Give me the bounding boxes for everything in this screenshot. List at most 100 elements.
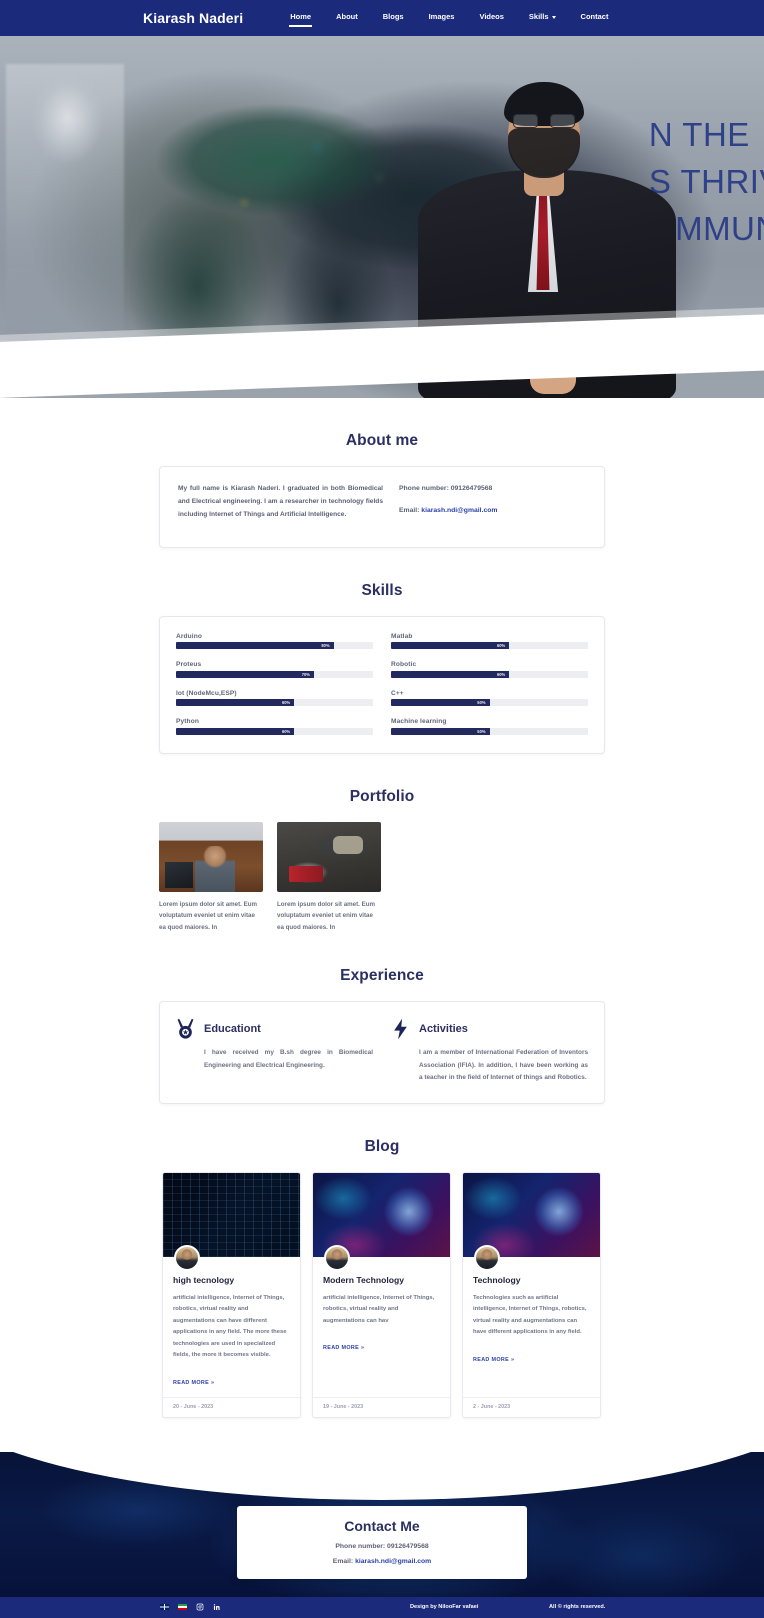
blog-card[interactable]: Modern Technology artificial intelligence… (312, 1171, 451, 1418)
portrait-glasses (512, 114, 576, 128)
blog-card-body: high tecnology artificial intelligence, I… (163, 1257, 300, 1397)
skill-progress-track: 80% (176, 642, 373, 650)
about-title: About me (345, 432, 419, 449)
skills-column-left: Arduino 80% Proteus 70% Iot (NodeMcu,ESP) 60%… (176, 633, 373, 735)
social-links (160, 1603, 221, 1611)
experience-education-header: Educationt (176, 1018, 373, 1040)
skill-row: Arduino 80% (176, 633, 373, 650)
blog-card-excerpt: artificial intelligence, Internet of Thi… (173, 1294, 287, 1359)
instagram-icon[interactable] (196, 1603, 204, 1611)
contact-email-label: Email: (332, 1557, 354, 1565)
nav-item-label: Contact (580, 12, 609, 21)
blog-card-title: high tecnology (173, 1274, 235, 1285)
nav-item-blogs[interactable]: Blogs (382, 9, 405, 27)
nav-item-label: Blogs (382, 12, 404, 21)
skill-progress-track: 60% (391, 642, 588, 650)
nav-item-label: Images (428, 12, 455, 21)
skill-row: Machine learning 50% (391, 718, 588, 735)
nav-item-home[interactable]: Home (289, 9, 312, 27)
hero-banner: N THE S THRIV OMMUN (0, 36, 764, 398)
footer-bar: Design by NilooFar vafaei All © rights r… (0, 1596, 764, 1618)
blog-card-date: 19 - June - 2023 (313, 1396, 450, 1417)
skill-name: Robotic (391, 661, 417, 669)
blog-card-title: Modern Technology (323, 1274, 405, 1285)
experience-title: Experience (340, 967, 424, 985)
experience-education-title: Educationt (204, 1023, 261, 1036)
skill-progress-fill: 60% (391, 642, 510, 650)
contact-title: Contact Me (344, 1517, 420, 1534)
skill-row: Matlab 60% (391, 633, 588, 650)
skill-progress-fill: 70% (176, 670, 314, 678)
experience-education: Educationt I have received my B.sh degre… (176, 1018, 373, 1084)
experience-card: Educationt I have received my B.sh degre… (159, 1001, 605, 1104)
blog-card-title: Technology (473, 1274, 521, 1285)
flag-iran-icon[interactable] (178, 1604, 187, 1611)
about-email-label: Email: (399, 506, 420, 514)
blog-card-excerpt: artificial intelligence, Internet of Thi… (323, 1294, 435, 1324)
portfolio-caption: Lorem ipsum dolor sit amet. Eum voluptat… (159, 900, 257, 931)
skill-row: Python 60% (176, 718, 373, 735)
footer-credit: Design by NilooFar vafaei (410, 1604, 479, 1611)
blog-card-date: 2 - June - 2023 (463, 1396, 600, 1417)
blog-card[interactable]: Technology Technologies such as artificia… (462, 1171, 601, 1418)
about-section: About me My full name is Kiarash Naderi.… (0, 398, 764, 548)
portfolio-title: Portfolio (349, 787, 415, 805)
experience-activities-text: I am a member of International Federatio… (419, 1049, 588, 1082)
about-email-link[interactable]: kiarash.ndi@gmail.com (421, 507, 497, 514)
experience-section: Experience Educationt I have received my… (0, 933, 764, 1104)
nav-item-label: Home (290, 12, 312, 21)
nav-item-videos[interactable]: Videos (478, 9, 504, 27)
portfolio-caption: Lorem ipsum dolor sit amet. Eum voluptat… (277, 900, 375, 931)
skill-progress-track: 50% (391, 727, 588, 735)
skill-name: Proteus (176, 661, 202, 669)
read-more-link[interactable]: READ MORE » (323, 1345, 364, 1351)
about-email-row: Email: kiarash.ndi@gmail.com (399, 505, 586, 518)
experience-education-text: I have received my B.sh degree in Biomed… (204, 1049, 373, 1069)
about-phone: Phone number: 09126479568 (399, 485, 493, 492)
contact-email-row: Email: kiarash.ndi@gmail.com (247, 1558, 517, 1565)
contact-card: Contact Me Phone number: 09126479568 Ema… (237, 1505, 527, 1579)
read-more-link[interactable]: READ MORE » (173, 1380, 214, 1386)
site-brand[interactable]: Kiarash Naderi (143, 10, 243, 26)
flag-uk-icon[interactable] (160, 1604, 169, 1611)
top-navbar: Kiarash Naderi Home About Blogs Images Video… (0, 0, 764, 36)
nav-item-contact[interactable]: Contact (580, 9, 610, 27)
blog-card-body: Technology Technologies such as artificia… (463, 1257, 600, 1397)
skill-progress-track: 50% (391, 699, 588, 707)
skill-name: Matlab (391, 632, 413, 640)
hero-statue-figure (6, 64, 124, 364)
chevron-down-icon (551, 15, 556, 19)
about-bio: My full name is Kiarash Naderi. I gradua… (178, 485, 383, 518)
skill-progress-fill: 50% (391, 727, 490, 735)
portfolio-item[interactable]: Lorem ipsum dolor sit amet. Eum voluptat… (159, 821, 263, 933)
nav-item-images[interactable]: Images (428, 9, 456, 27)
blog-card[interactable]: high tecnology artificial intelligence, I… (162, 1171, 301, 1418)
skill-name: Python (176, 718, 199, 726)
read-more-link[interactable]: READ MORE » (473, 1357, 514, 1363)
experience-activities-title: Activities (419, 1023, 468, 1036)
nav-item-skills[interactable]: Skills (528, 9, 557, 27)
nav-item-label: Skills (528, 12, 549, 21)
experience-activities: Activities I am a member of Internationa… (391, 1018, 588, 1084)
skill-row: C++ 50% (391, 690, 588, 707)
footer-curve-divider (0, 1451, 764, 1500)
linkedin-icon[interactable] (213, 1603, 221, 1611)
nav-item-about[interactable]: About (335, 9, 359, 27)
about-contact: Phone number: 09126479568 Email: kiarash… (399, 483, 586, 527)
skill-progress-fill: 60% (176, 699, 295, 707)
skills-title: Skills (361, 581, 403, 599)
blog-title: Blog (364, 1137, 400, 1155)
portfolio-image-office[interactable] (159, 821, 263, 892)
portfolio-image-workbench[interactable] (277, 821, 381, 892)
skill-progress-fill: 50% (391, 699, 490, 707)
blog-card-body: Modern Technology artificial intelligence… (313, 1257, 450, 1397)
skills-section: Skills Arduino 80% Proteus 70% Iot (NodeMcu,… (0, 548, 764, 754)
nav-item-label: About (336, 12, 358, 21)
skill-progress-track: 60% (176, 727, 373, 735)
nav-item-label: Videos (479, 12, 504, 21)
portfolio-grid: Lorem ipsum dolor sit amet. Eum voluptat… (159, 821, 605, 933)
skill-name: Arduino (176, 632, 202, 640)
portfolio-item[interactable]: Lorem ipsum dolor sit amet. Eum voluptat… (277, 821, 381, 933)
contact-email-link[interactable]: kiarash.ndi@gmail.com (355, 1558, 431, 1565)
experience-activities-header: Activities (391, 1018, 588, 1040)
